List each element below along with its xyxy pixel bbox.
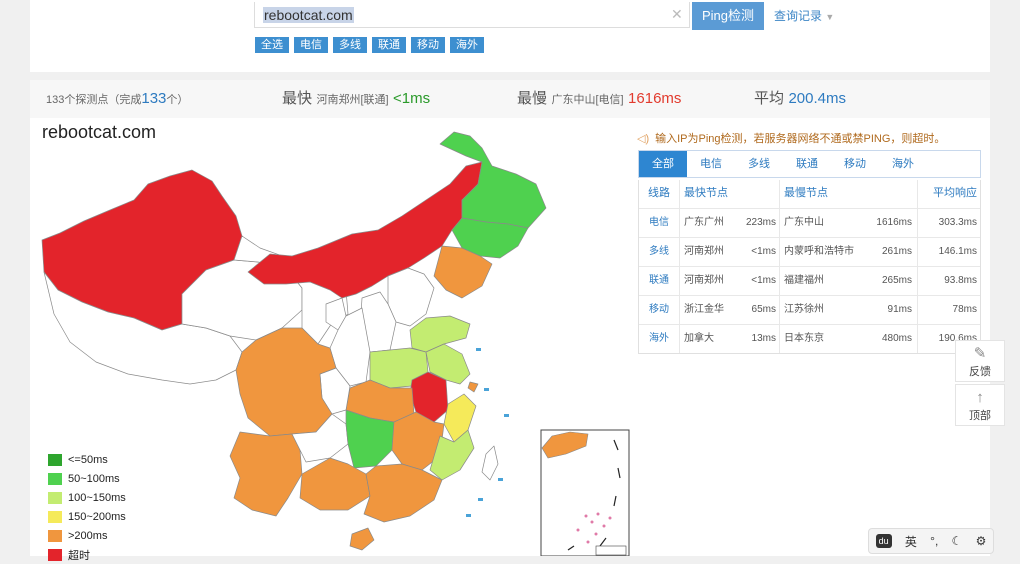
edit-icon: ✎ xyxy=(973,345,987,362)
legend-swatch xyxy=(48,491,62,504)
tab-all[interactable]: 全部 xyxy=(639,151,687,177)
province-sichuan xyxy=(235,327,337,437)
province-hebei xyxy=(387,267,435,327)
filter-telecom[interactable]: 电信 xyxy=(294,37,328,53)
table-row: 移动 浙江金华 65ms 江苏徐州 91ms 78ms xyxy=(639,295,980,324)
ime-toolbar: du 英 °, ☾ ⚙ xyxy=(868,528,994,554)
tab-mobile[interactable]: 移动 xyxy=(831,151,879,177)
legend-swatch xyxy=(48,529,62,542)
filter-all[interactable]: 全选 xyxy=(255,37,289,53)
filter-multiline[interactable]: 多线 xyxy=(333,37,367,53)
results-table: 线路 最快节点 最慢节点 平均响应 电信 广东广州 223ms 广东中山 161… xyxy=(638,180,981,354)
legend-swatch xyxy=(48,453,62,466)
table-row: 多线 河南郑州 <1ms 内蒙呼和浩特市 261ms 146.1ms xyxy=(639,237,980,266)
speaker-icon: ◁) xyxy=(637,133,650,145)
clear-icon[interactable]: ✕ xyxy=(671,6,683,23)
legend-swatch xyxy=(48,472,62,485)
table-row: 海外 加拿大 13ms 日本东京 480ms 190.6ms xyxy=(639,324,980,353)
line-tabs: 全部 电信 多线 联通 移动 海外 xyxy=(638,150,981,178)
ime-language[interactable]: 英 xyxy=(905,533,917,550)
ping-button[interactable]: Ping检测 xyxy=(692,2,764,30)
slowest-summary: 最慢 广东中山[电信] 1616ms xyxy=(517,90,682,107)
chevron-down-icon: ▼ xyxy=(825,12,835,22)
legend-item: 100~150ms xyxy=(48,488,126,507)
province-taiwan xyxy=(481,445,499,481)
south-china-sea-inset xyxy=(540,429,630,556)
legend-item: 超时 xyxy=(48,545,126,564)
back-to-top-button[interactable]: ↑ 顶部 xyxy=(955,384,1005,426)
table-row: 联通 河南郑州 <1ms 福建福州 265ms 93.8ms xyxy=(639,266,980,295)
province-shanghai xyxy=(467,381,479,393)
legend-swatch xyxy=(48,548,62,561)
province-yunnan xyxy=(229,431,303,517)
map-title: rebootcat.com xyxy=(42,122,157,142)
legend-item: <=50ms xyxy=(48,450,126,469)
ime-logo-icon[interactable]: du xyxy=(875,534,892,548)
province-guangdong xyxy=(363,463,443,523)
arrow-up-icon: ↑ xyxy=(976,389,984,406)
feedback-button[interactable]: ✎ 反馈 xyxy=(955,340,1005,382)
gear-icon[interactable]: ⚙ xyxy=(976,534,987,548)
table-header: 线路 最快节点 最慢节点 平均响应 xyxy=(639,180,980,208)
points-summary: 133个探测点（完成133个） xyxy=(46,90,189,107)
map-legend: <=50ms 50~100ms 100~150ms 150~200ms >200… xyxy=(48,450,126,564)
filter-overseas[interactable]: 海外 xyxy=(450,37,484,53)
sea-markers xyxy=(466,348,509,517)
legend-item: 50~100ms xyxy=(48,469,126,488)
province-zhejiang xyxy=(443,393,477,443)
history-link[interactable]: 查询记录 ▼ xyxy=(774,7,834,24)
filter-unicom[interactable]: 联通 xyxy=(372,37,406,53)
summary-bar: 133个探测点（完成133个） 最快 河南郑州[联通] <1ms 最慢 广东中山… xyxy=(30,80,990,119)
tab-telecom[interactable]: 电信 xyxy=(687,151,735,177)
average-summary: 平均 200.4ms xyxy=(754,90,847,107)
fastest-summary: 最快 河南郑州[联通] <1ms xyxy=(282,90,431,107)
tab-multiline[interactable]: 多线 xyxy=(735,151,783,177)
legend-swatch xyxy=(48,510,62,523)
url-input[interactable]: rebootcat.com xyxy=(254,2,690,28)
tab-unicom[interactable]: 联通 xyxy=(783,151,831,177)
ping-notice: ◁) 输入IP为Ping检测，若服务器网络不通或禁PING，则超时。 xyxy=(637,133,946,145)
province-hainan xyxy=(349,527,375,551)
punctuation-icon[interactable]: °, xyxy=(930,534,938,548)
line-filters: 全选 电信 多线 联通 移动 海外 xyxy=(255,35,489,53)
table-row: 电信 广东广州 223ms 广东中山 1616ms 303.3ms xyxy=(639,208,980,237)
tab-overseas[interactable]: 海外 xyxy=(879,151,927,177)
legend-item: >200ms xyxy=(48,526,126,545)
moon-icon[interactable]: ☾ xyxy=(952,534,963,548)
filter-mobile[interactable]: 移动 xyxy=(411,37,445,53)
legend-item: 150~200ms xyxy=(48,507,126,526)
